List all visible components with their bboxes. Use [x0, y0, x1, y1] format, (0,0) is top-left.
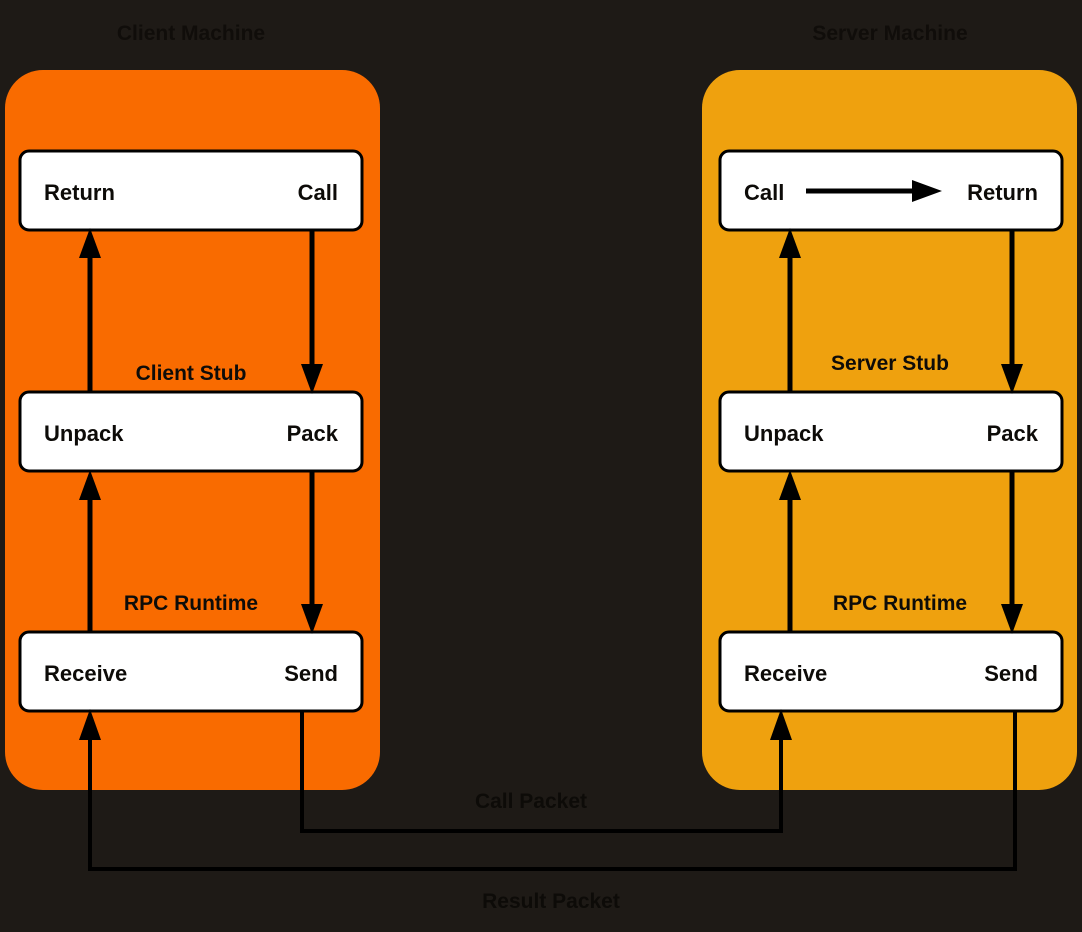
- client-machine-title: Client Machine: [117, 22, 265, 45]
- call-packet-label: Call Packet: [475, 790, 587, 813]
- client-runtime-receive-label: Receive: [44, 661, 127, 686]
- client-runtime-send-label: Send: [284, 661, 338, 686]
- rpc-diagram-canvas: Client Machine Return Call Unpack Pack R…: [0, 0, 1082, 932]
- client-rpc-runtime-layer-label: RPC Runtime: [124, 592, 258, 615]
- server-application-return-label: Return: [967, 180, 1038, 205]
- server-stub-unpack-label: Unpack: [744, 421, 824, 446]
- server-runtime-receive-label: Receive: [744, 661, 827, 686]
- server-stub-layer-label: Server Stub: [831, 352, 949, 375]
- client-application-return-label: Return: [44, 180, 115, 205]
- server-application-call-label: Call: [744, 180, 784, 205]
- client-stub-unpack-label: Unpack: [44, 421, 124, 446]
- client-application-call-label: Call: [298, 180, 338, 205]
- server-runtime-send-label: Send: [984, 661, 1038, 686]
- server-machine-title: Server Machine: [812, 22, 967, 45]
- result-packet-label: Result Packet: [482, 890, 620, 913]
- server-stub-pack-label: Pack: [987, 421, 1039, 446]
- server-rpc-runtime-layer-label: RPC Runtime: [833, 592, 967, 615]
- client-stub-pack-label: Pack: [287, 421, 339, 446]
- client-stub-layer-label: Client Stub: [136, 362, 247, 385]
